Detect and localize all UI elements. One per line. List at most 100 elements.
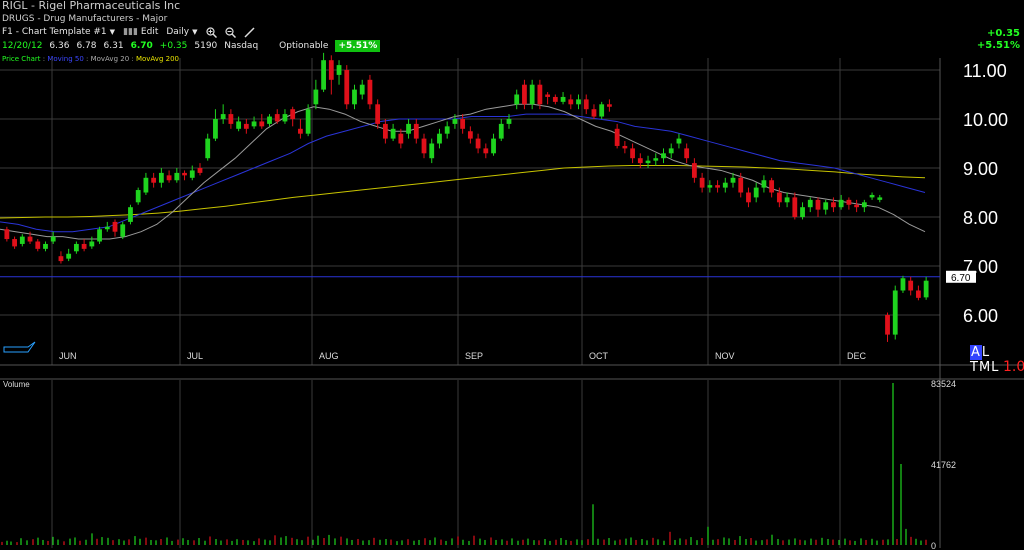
volume-pane-title: Volume (3, 380, 30, 389)
candle (722, 177, 728, 193)
candle-body (336, 65, 342, 75)
candle (769, 177, 775, 198)
candle-body (367, 79, 373, 105)
candle-body (58, 256, 64, 262)
candle-body (630, 148, 635, 159)
candle (908, 276, 914, 296)
candle (923, 276, 929, 300)
candle-body (290, 109, 296, 119)
candle (143, 172, 149, 195)
candle-body (854, 204, 860, 208)
candle (220, 104, 226, 124)
candle (182, 170, 187, 181)
candle (259, 114, 265, 129)
candle (413, 119, 419, 144)
candle (815, 197, 821, 217)
candle-body (352, 89, 357, 105)
candle (622, 141, 628, 154)
candle-body (429, 143, 435, 159)
candle-body (591, 109, 597, 117)
candle (645, 155, 651, 168)
candle-body (715, 185, 720, 188)
candle (58, 251, 64, 264)
candle-body (251, 121, 257, 127)
candle (406, 119, 411, 139)
candle (367, 74, 373, 110)
candle-body (467, 131, 473, 139)
candle-body (846, 199, 852, 205)
price-chart[interactable]: 11.0010.009.008.007.006.006.70 JUN JUL AUG… (0, 0, 1024, 550)
chart-extras (3, 341, 36, 353)
candle-body (166, 175, 172, 181)
candle-body (282, 114, 288, 122)
candle-body (197, 168, 203, 173)
candle (197, 163, 203, 176)
candle (892, 285, 898, 340)
candle-body (529, 84, 535, 105)
candle (81, 239, 87, 252)
candle (290, 106, 296, 127)
candle (228, 109, 234, 129)
candle-body (359, 84, 365, 95)
candle-body (112, 221, 118, 232)
candle (382, 119, 388, 144)
candle-body (475, 138, 481, 149)
price-tick-label: 9.00 (963, 159, 998, 179)
candlestick-series (4, 52, 929, 342)
candle-body (892, 290, 898, 335)
candle-body (576, 99, 581, 105)
candle (112, 219, 118, 237)
candle (66, 248, 72, 262)
candle (205, 133, 211, 161)
candle-body (120, 224, 126, 237)
candle (607, 99, 612, 112)
candle-body (12, 239, 17, 247)
candle (321, 52, 326, 93)
price-axis: 11.0010.009.008.007.006.006.70 (946, 61, 1008, 326)
candle (784, 192, 790, 208)
candle-body (236, 121, 242, 129)
volume-pane: Volume 83524 41762 0 (1, 379, 956, 550)
candle-body (861, 202, 867, 208)
candle-body (568, 99, 574, 105)
candle (699, 172, 705, 193)
candle (900, 275, 906, 293)
month-label: NOV (715, 351, 735, 361)
month-label: SEP (465, 351, 483, 361)
candle (429, 138, 435, 164)
candle-body (460, 119, 466, 129)
candle (475, 133, 481, 154)
candle (483, 143, 489, 159)
candle (352, 84, 357, 110)
candle-body (815, 199, 821, 210)
candle-body (722, 182, 728, 188)
candle-body (243, 123, 249, 129)
candle (746, 187, 751, 208)
candle-body (205, 138, 211, 159)
candle (885, 312, 890, 342)
candle-body (43, 243, 48, 249)
crosshair-pointer-icon (3, 341, 36, 353)
candle (97, 226, 102, 244)
candle-body (769, 180, 775, 193)
candle-body (382, 123, 388, 139)
candle (43, 241, 48, 252)
price-tick-label: 10.00 (963, 110, 1008, 130)
candle (691, 158, 697, 183)
candle (313, 79, 319, 110)
candle-body (761, 180, 767, 188)
candle-body (328, 60, 334, 80)
candle-body (537, 84, 543, 105)
candle (467, 126, 473, 144)
month-label: JUL (187, 351, 203, 361)
candle (545, 92, 551, 105)
candle (35, 239, 41, 252)
candle (715, 180, 720, 193)
candle-body (545, 94, 551, 97)
candle (552, 94, 558, 105)
candle (807, 197, 813, 213)
candle (792, 192, 798, 220)
month-label: JUN (59, 351, 77, 361)
candle-body (267, 116, 272, 124)
candle (676, 133, 682, 149)
